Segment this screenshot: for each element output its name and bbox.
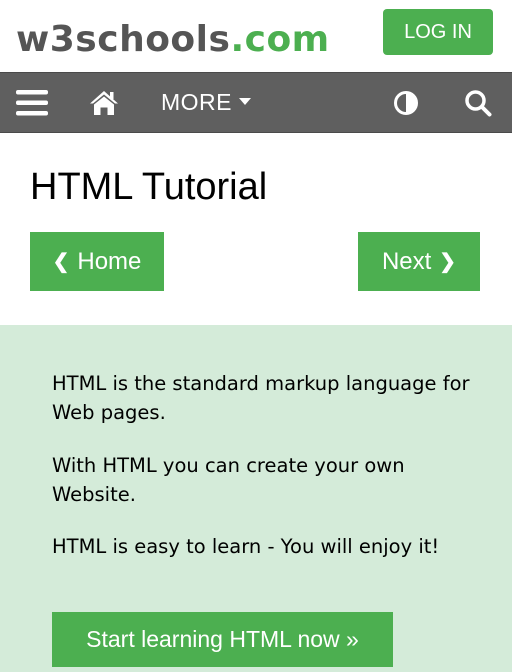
- chevron-left-icon: ❮: [52, 251, 70, 273]
- intro-panel: HTML is the standard markup language for…: [0, 325, 512, 672]
- start-learning-button[interactable]: Start learning HTML now »: [52, 612, 393, 667]
- previous-home-button[interactable]: ❮ Home: [30, 232, 164, 291]
- login-button[interactable]: LOG IN: [383, 9, 493, 55]
- page: w3schools.com LOG IN MORE HTML Tutorial …: [0, 0, 512, 672]
- next-button-label: Next: [381, 247, 432, 275]
- w3schools-logo[interactable]: w3schools.com: [16, 16, 330, 64]
- next-button[interactable]: Next ❯: [358, 232, 480, 291]
- main-navbar: MORE: [0, 72, 512, 133]
- more-menu-button[interactable]: MORE: [161, 73, 251, 132]
- home-icon[interactable]: [84, 73, 124, 132]
- caret-down-icon: [239, 98, 251, 105]
- intro-paragraph: With HTML you can create your own Websit…: [52, 454, 405, 506]
- hamburger-menu-icon[interactable]: [12, 73, 52, 132]
- contrast-icon[interactable]: [388, 73, 424, 132]
- home-button-label: Home: [77, 247, 142, 275]
- logo-suffix: .com: [230, 19, 330, 60]
- logo-text: w3schools: [16, 19, 231, 60]
- intro-paragraph: HTML is the standard markup language for…: [52, 372, 470, 424]
- search-icon[interactable]: [460, 73, 496, 132]
- page-title: HTML Tutorial: [30, 166, 268, 208]
- more-label: MORE: [161, 89, 232, 115]
- intro-paragraph: HTML is easy to learn - You will enjoy i…: [52, 535, 440, 558]
- chevron-right-icon: ❯: [439, 251, 457, 273]
- top-header: w3schools.com LOG IN: [0, 0, 512, 72]
